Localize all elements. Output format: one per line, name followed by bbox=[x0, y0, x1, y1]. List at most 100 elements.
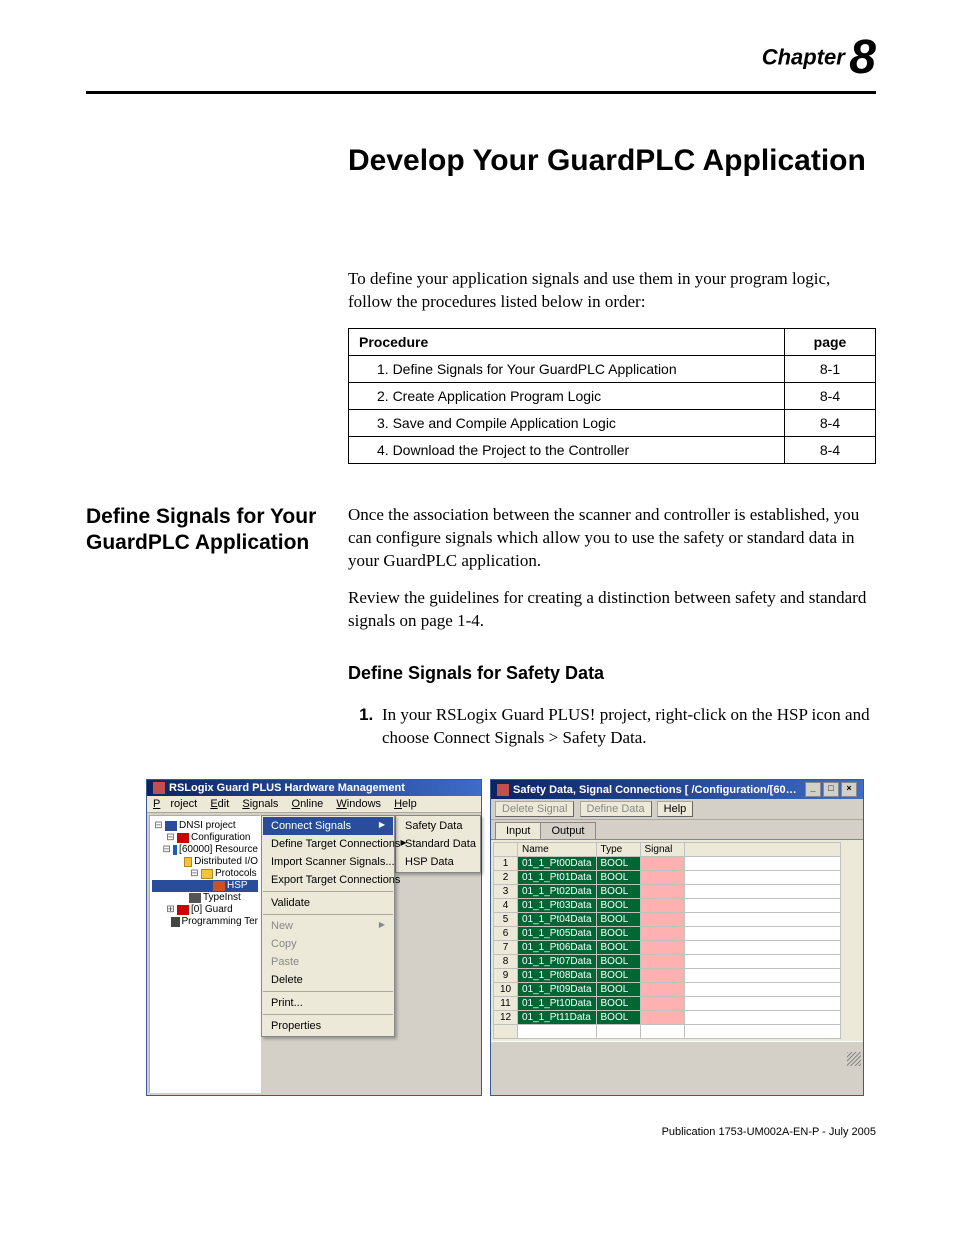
cell-signal[interactable] bbox=[640, 969, 684, 983]
cell-name[interactable]: 01_1_Pt00Data bbox=[518, 857, 597, 871]
submenu-item[interactable]: HSP Data bbox=[397, 853, 479, 871]
cell-signal[interactable] bbox=[640, 857, 684, 871]
table-row[interactable]: 301_1_Pt02DataBOOL bbox=[494, 885, 841, 899]
tab-input[interactable]: Input bbox=[495, 822, 541, 839]
cell-signal[interactable] bbox=[640, 997, 684, 1011]
table-row[interactable]: 1001_1_Pt09DataBOOL bbox=[494, 983, 841, 997]
cell-name[interactable]: 01_1_Pt06Data bbox=[518, 941, 597, 955]
cell-name[interactable]: 01_1_Pt08Data bbox=[518, 969, 597, 983]
cell-name[interactable]: 01_1_Pt07Data bbox=[518, 955, 597, 969]
cell-type[interactable]: BOOL bbox=[596, 913, 640, 927]
titlebar[interactable]: Safety Data, Signal Connections [ /Confi… bbox=[491, 780, 863, 799]
cell-signal[interactable] bbox=[640, 899, 684, 913]
context-submenu[interactable]: Safety DataStandard DataHSP Data bbox=[395, 815, 481, 873]
grid-col-type[interactable]: Type bbox=[596, 843, 640, 857]
row-number[interactable]: 9 bbox=[494, 969, 518, 983]
cell-type[interactable]: BOOL bbox=[596, 969, 640, 983]
row-number[interactable]: 6 bbox=[494, 927, 518, 941]
context-menu-item[interactable]: Validate bbox=[263, 894, 393, 912]
cell-name[interactable]: 01_1_Pt01Data bbox=[518, 871, 597, 885]
cell-name[interactable]: 01_1_Pt03Data bbox=[518, 899, 597, 913]
define-data-button[interactable]: Define Data bbox=[580, 801, 652, 817]
cell-name[interactable]: 01_1_Pt02Data bbox=[518, 885, 597, 899]
cell-name[interactable]: 01_1_Pt04Data bbox=[518, 913, 597, 927]
context-menu-item[interactable]: Properties bbox=[263, 1017, 393, 1035]
row-number[interactable]: 5 bbox=[494, 913, 518, 927]
tree-item[interactable]: ⊟Configuration bbox=[152, 832, 258, 844]
grid-col-signal[interactable]: Signal bbox=[640, 843, 684, 857]
signal-grid[interactable]: NameTypeSignal101_1_Pt00DataBOOL201_1_Pt… bbox=[493, 842, 841, 1039]
tree-item[interactable]: Distributed I/O bbox=[152, 856, 258, 868]
row-number[interactable]: 3 bbox=[494, 885, 518, 899]
cell-signal[interactable] bbox=[640, 885, 684, 899]
cell-type[interactable]: BOOL bbox=[596, 997, 640, 1011]
row-number[interactable]: 4 bbox=[494, 899, 518, 913]
tab-output[interactable]: Output bbox=[540, 822, 595, 839]
project-tree[interactable]: ⊟DNSI project⊟Configuration⊟[60000] Reso… bbox=[149, 815, 261, 1093]
tree-item[interactable]: ⊟[60000] Resource bbox=[152, 844, 258, 856]
cell-signal[interactable] bbox=[640, 913, 684, 927]
context-menu[interactable]: Connect Signals▶Define Target Connection… bbox=[261, 815, 395, 1037]
tree-item[interactable]: Programming Ter bbox=[152, 916, 258, 928]
cell-type[interactable]: BOOL bbox=[596, 941, 640, 955]
table-row[interactable]: 1201_1_Pt11DataBOOL bbox=[494, 1011, 841, 1025]
row-number[interactable]: 10 bbox=[494, 983, 518, 997]
cell-name[interactable]: 01_1_Pt11Data bbox=[518, 1011, 597, 1025]
context-menu-item[interactable]: Import Scanner Signals... bbox=[263, 853, 393, 871]
table-row[interactable]: 501_1_Pt04DataBOOL bbox=[494, 913, 841, 927]
cell-type[interactable]: BOOL bbox=[596, 927, 640, 941]
titlebar[interactable]: RSLogix Guard PLUS Hardware Management bbox=[147, 780, 481, 796]
cell-name[interactable]: 01_1_Pt10Data bbox=[518, 997, 597, 1011]
delete-signal-button[interactable]: Delete Signal bbox=[495, 801, 574, 817]
tree-item[interactable]: ⊟DNSI project bbox=[152, 820, 258, 832]
menubar[interactable]: Project Edit Signals Online Windows Help bbox=[147, 796, 481, 813]
context-menu-item[interactable]: Define Target Connections▶ bbox=[263, 835, 393, 853]
cell-signal[interactable] bbox=[640, 871, 684, 885]
cell-signal[interactable] bbox=[640, 941, 684, 955]
context-menu-item[interactable]: Delete bbox=[263, 971, 393, 989]
tree-item[interactable]: TypeInst bbox=[152, 892, 258, 904]
cell-type[interactable]: BOOL bbox=[596, 983, 640, 997]
tree-item[interactable]: HSP bbox=[152, 880, 258, 892]
close-icon[interactable]: × bbox=[841, 782, 857, 797]
cell-type[interactable]: BOOL bbox=[596, 871, 640, 885]
menu-windows[interactable]: Windows bbox=[336, 798, 381, 810]
cell-type[interactable]: BOOL bbox=[596, 1011, 640, 1025]
table-row[interactable]: 201_1_Pt01DataBOOL bbox=[494, 871, 841, 885]
table-row[interactable]: 101_1_Pt00DataBOOL bbox=[494, 857, 841, 871]
cell-name[interactable]: 01_1_Pt09Data bbox=[518, 983, 597, 997]
row-number[interactable]: 11 bbox=[494, 997, 518, 1011]
cell-type[interactable]: BOOL bbox=[596, 955, 640, 969]
table-row[interactable]: 901_1_Pt08DataBOOL bbox=[494, 969, 841, 983]
table-row[interactable]: 801_1_Pt07DataBOOL bbox=[494, 955, 841, 969]
minimize-icon[interactable]: _ bbox=[805, 782, 821, 797]
tree-item[interactable]: ⊞[0] Guard bbox=[152, 904, 258, 916]
menu-help[interactable]: Help bbox=[394, 798, 417, 810]
context-menu-item[interactable]: Print... bbox=[263, 994, 393, 1012]
submenu-item[interactable]: Standard Data bbox=[397, 835, 479, 853]
cell-name[interactable]: 01_1_Pt05Data bbox=[518, 927, 597, 941]
submenu-item[interactable]: Safety Data bbox=[397, 817, 479, 835]
cell-type[interactable]: BOOL bbox=[596, 857, 640, 871]
row-number[interactable]: 7 bbox=[494, 941, 518, 955]
cell-signal[interactable] bbox=[640, 1011, 684, 1025]
cell-signal[interactable] bbox=[640, 983, 684, 997]
table-row[interactable]: 701_1_Pt06DataBOOL bbox=[494, 941, 841, 955]
row-number[interactable]: 1 bbox=[494, 857, 518, 871]
context-menu-item[interactable]: Connect Signals▶ bbox=[263, 817, 393, 835]
cell-type[interactable]: BOOL bbox=[596, 885, 640, 899]
tree-item[interactable]: ⊟Protocols bbox=[152, 868, 258, 880]
cell-signal[interactable] bbox=[640, 955, 684, 969]
row-number[interactable]: 2 bbox=[494, 871, 518, 885]
resize-grip-icon[interactable] bbox=[847, 1052, 861, 1066]
table-row[interactable]: 601_1_Pt05DataBOOL bbox=[494, 927, 841, 941]
row-number[interactable]: 12 bbox=[494, 1011, 518, 1025]
table-row[interactable]: 401_1_Pt03DataBOOL bbox=[494, 899, 841, 913]
menu-online[interactable]: Online bbox=[292, 798, 324, 810]
menu-project[interactable]: Project bbox=[153, 798, 197, 810]
menu-edit[interactable]: Edit bbox=[210, 798, 229, 810]
help-button[interactable]: Help bbox=[657, 801, 694, 817]
cell-signal[interactable] bbox=[640, 927, 684, 941]
grid-col-name[interactable]: Name bbox=[518, 843, 597, 857]
context-menu-item[interactable]: Export Target Connections bbox=[263, 871, 393, 889]
